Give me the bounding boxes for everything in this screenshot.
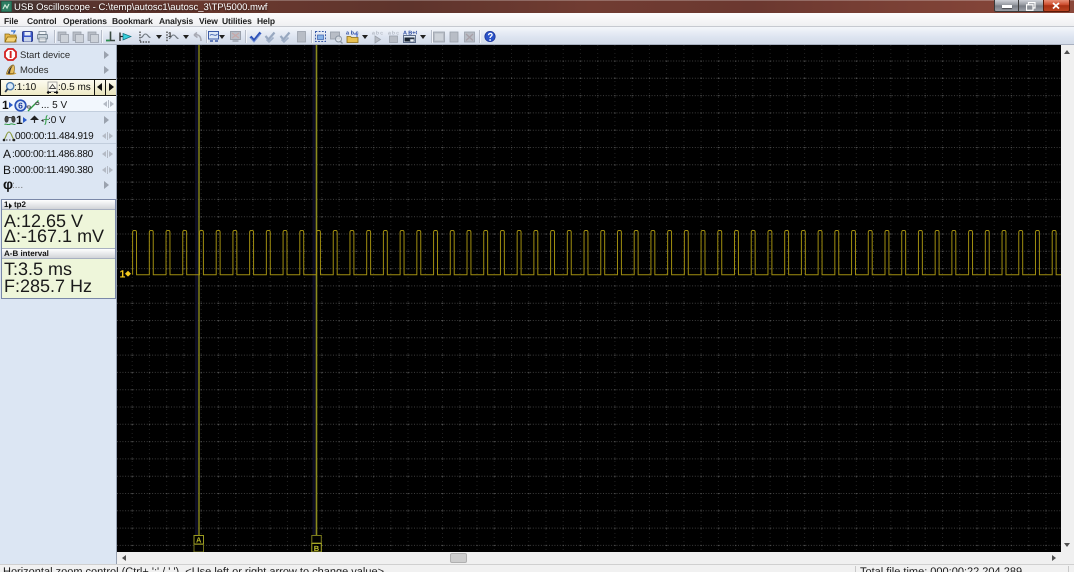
svg-text:A: A: [196, 536, 202, 545]
svg-text:a b c: a b c: [372, 31, 383, 37]
svg-text:a b c: a b c: [388, 31, 399, 37]
svg-text:6: 6: [18, 100, 23, 110]
svg-text:1: 1: [120, 269, 126, 281]
svg-text:B: B: [314, 544, 320, 552]
